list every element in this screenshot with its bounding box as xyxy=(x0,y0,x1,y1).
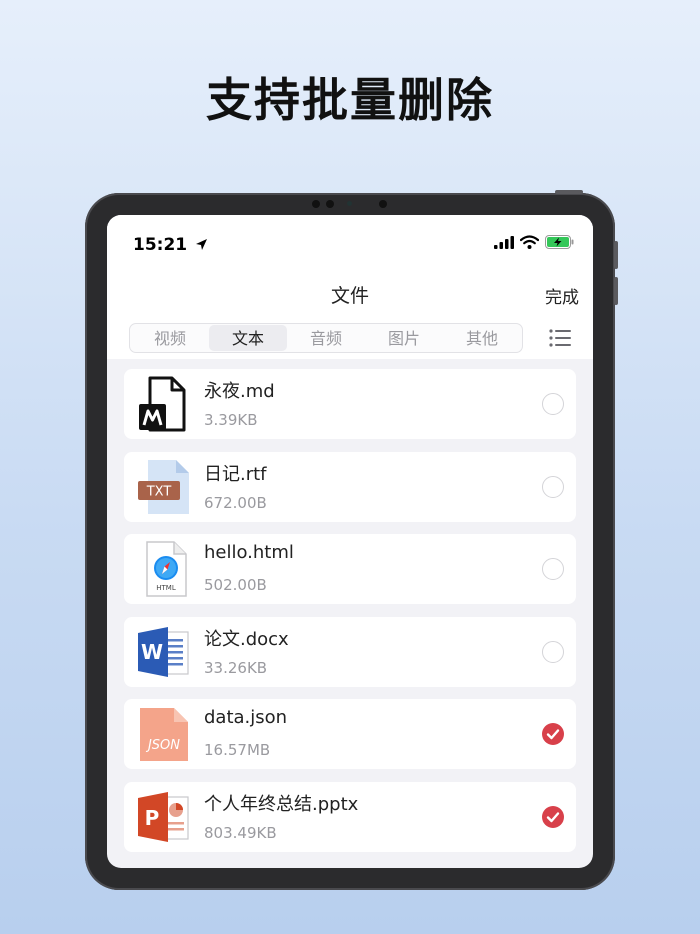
txt-file-icon: TXT xyxy=(138,459,189,514)
cellular-signal-icon xyxy=(494,235,514,249)
category-segmented-control: 视频 文本 音频 图片 其他 xyxy=(129,323,523,353)
category-tabs-row: 视频 文本 音频 图片 其他 xyxy=(107,315,593,359)
icon-label: P xyxy=(145,806,160,830)
select-checkbox[interactable] xyxy=(542,640,564,663)
file-row[interactable]: W 论文.docx 33.26KB xyxy=(124,616,576,687)
status-time: 15:21 xyxy=(133,235,208,255)
powerpoint-file-icon: P xyxy=(138,791,189,842)
file-name: 个人年终总结.pptx xyxy=(204,793,359,815)
file-name: hello.html xyxy=(204,542,294,563)
select-checkbox[interactable] xyxy=(542,393,564,415)
file-size: 672.00B xyxy=(204,493,267,512)
top-button xyxy=(555,190,583,194)
navigation-bar: 文件 完成 xyxy=(107,271,593,315)
tab-video[interactable]: 视频 xyxy=(131,325,209,351)
camera-dot xyxy=(326,200,334,208)
file-row[interactable]: TXT 日记.rtf 672.00B xyxy=(124,451,576,522)
location-arrow-icon xyxy=(196,239,208,250)
tab-audio[interactable]: 音频 xyxy=(287,325,365,351)
tab-text[interactable]: 文本 xyxy=(209,325,287,351)
icon-label: TXT xyxy=(146,484,172,499)
file-size: 502.00B xyxy=(204,576,267,594)
battery-charging-icon xyxy=(545,235,574,249)
select-checkbox[interactable] xyxy=(542,558,564,580)
file-size: 33.26KB xyxy=(204,658,268,677)
done-button[interactable]: 完成 xyxy=(545,283,579,308)
tablet-frame: 15:21 文件 完成 视频 文本 音频 图片 其他 永夜.md 3.39KB … xyxy=(85,190,618,890)
file-name: 日记.rtf xyxy=(204,463,267,485)
select-checkbox-checked[interactable] xyxy=(542,723,564,745)
volume-down-button xyxy=(614,277,618,305)
file-row[interactable]: JSON data.json 16.57MB xyxy=(124,699,576,769)
checkmark-icon xyxy=(546,729,560,740)
file-size: 803.49KB xyxy=(204,823,277,842)
tab-image[interactable]: 图片 xyxy=(365,325,443,351)
volume-up-button xyxy=(614,241,618,269)
camera-dot xyxy=(379,200,387,208)
word-file-icon: W xyxy=(138,626,189,677)
file-size: 16.57MB xyxy=(204,741,271,759)
file-row[interactable]: HTML hello.html 502.00B xyxy=(124,534,576,604)
camera-dot xyxy=(347,201,352,206)
file-size: 3.39KB xyxy=(204,411,258,429)
file-name: 论文.docx xyxy=(204,628,289,650)
wifi-icon xyxy=(520,235,539,249)
file-row[interactable]: 永夜.md 3.39KB xyxy=(124,369,576,439)
screen: 15:21 文件 完成 视频 文本 音频 图片 其他 永夜.md 3.39KB … xyxy=(107,215,593,868)
checkmark-icon xyxy=(546,811,560,822)
page-title: 文件 xyxy=(330,285,369,307)
list-view-icon[interactable] xyxy=(549,329,571,347)
file-name: 永夜.md xyxy=(204,381,275,402)
tab-other[interactable]: 其他 xyxy=(443,325,521,351)
file-list: 永夜.md 3.39KB TXT 日记.rtf 672.00B HTML hel… xyxy=(124,369,576,864)
markdown-file-icon xyxy=(139,376,186,432)
status-icons xyxy=(494,235,575,249)
camera-dot xyxy=(312,200,320,208)
select-checkbox-checked[interactable] xyxy=(542,805,564,828)
file-row[interactable]: P 个人年终总结.pptx 803.49KB xyxy=(124,781,576,852)
icon-label: JSON xyxy=(145,738,180,753)
status-bar: 15:21 xyxy=(107,215,593,271)
json-file-icon: JSON xyxy=(140,708,188,761)
select-checkbox[interactable] xyxy=(542,475,564,498)
html-file-icon: HTML xyxy=(146,541,187,597)
headline: 支持批量删除 xyxy=(206,73,494,127)
file-name: data.json xyxy=(204,707,288,728)
icon-label: W xyxy=(141,640,163,664)
icon-label: HTML xyxy=(156,584,176,592)
